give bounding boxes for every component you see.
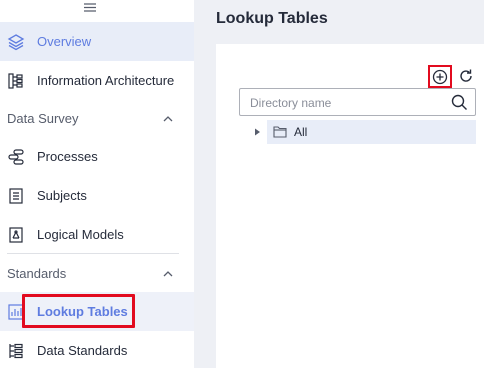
sidebar-item-label: Logical Models: [37, 227, 124, 242]
hierarchy-icon: [7, 72, 25, 90]
sidebar-item-logical-models[interactable]: Logical Models: [0, 215, 194, 254]
standards-icon: [7, 342, 25, 360]
chevron-up-icon: [163, 271, 173, 277]
tree-node-all[interactable]: All: [267, 120, 476, 144]
sidebar-item-label: Information Architecture: [37, 73, 175, 88]
add-directory-button[interactable]: [428, 65, 452, 88]
section-data-survey[interactable]: Data Survey: [0, 99, 194, 138]
plus-circle-icon: [432, 69, 448, 84]
page-title: Lookup Tables: [216, 10, 328, 27]
sidebar-item-processes[interactable]: Processes: [0, 137, 194, 176]
highlight-box: [22, 294, 135, 328]
flow-icon: [7, 148, 25, 166]
search-icon[interactable]: [451, 94, 468, 111]
sidebar-item-label: Overview: [37, 34, 92, 49]
tree-node-label: All: [294, 125, 308, 139]
sidebar-item-data-standards[interactable]: Data Standards: [0, 331, 194, 368]
folder-icon: [273, 126, 287, 138]
sidebar-item-subjects[interactable]: Subjects: [0, 176, 194, 215]
section-label: Standards: [7, 266, 67, 281]
sidebar-item-label: Subjects: [37, 188, 87, 203]
sidebar-item-overview[interactable]: Overview: [0, 22, 194, 61]
sidebar: Overview Information Architecture Data S…: [0, 0, 194, 368]
model-icon: [7, 226, 25, 244]
sidebar-item-information-architecture[interactable]: Information Architecture: [0, 61, 194, 100]
refresh-button[interactable]: [456, 66, 476, 86]
refresh-icon: [460, 69, 472, 82]
expand-caret-icon[interactable]: [252, 127, 262, 137]
search-input[interactable]: [250, 94, 440, 111]
menu-collapse-icon[interactable]: [80, 0, 100, 14]
section-label: Data Survey: [7, 111, 79, 126]
chevron-up-icon: [163, 116, 173, 122]
sidebar-item-label: Data Standards: [37, 343, 128, 358]
layers-icon: [7, 33, 25, 51]
directory-panel: All: [216, 44, 484, 368]
subject-icon: [7, 187, 25, 205]
section-standards[interactable]: Standards: [0, 254, 194, 293]
directory-search[interactable]: [239, 88, 476, 116]
sidebar-item-label: Processes: [37, 149, 98, 164]
